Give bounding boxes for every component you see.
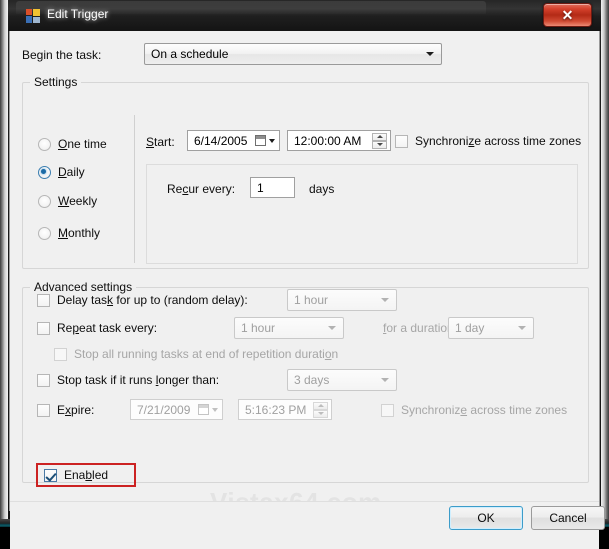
settings-group-title: Settings [30, 75, 82, 89]
edit-trigger-window: Edit Trigger ✕ Begin the task: On a sche… [0, 0, 609, 549]
repeat-duration-combo[interactable]: 1 day [448, 317, 534, 339]
start-date-field[interactable]: 6/14/2005 [187, 130, 280, 151]
start-time-value: 12:00:00 AM [294, 134, 362, 148]
begin-task-value: On a schedule [151, 47, 229, 61]
title-bar[interactable]: Edit Trigger ✕ [8, 0, 601, 31]
recur-every-label: Recur every: [167, 182, 236, 196]
radio-daily-label: Daily [58, 165, 85, 179]
repeat-task-checkbox[interactable] [37, 322, 50, 335]
expire-time-field[interactable]: 5:16:23 PM [238, 399, 332, 420]
enabled-label: Enabled [64, 468, 109, 482]
recur-every-value: 1 [257, 181, 264, 195]
recurrence-panel: Recur every: 1 days [146, 164, 578, 264]
expire-time-value: 5:16:23 PM [245, 403, 307, 417]
expire-sync-timezones-label: Synchronize across time zones [401, 403, 568, 417]
expire-date-value: 7/21/2009 [137, 403, 191, 417]
delay-task-value: 1 hour [294, 293, 329, 307]
ok-button[interactable]: OK [449, 506, 523, 530]
start-date-picker-button[interactable] [249, 134, 275, 148]
radio-monthly-label: Monthly [58, 226, 101, 240]
stop-all-running-label: Stop all running tasks at end of repetit… [74, 347, 339, 361]
enabled-checkbox[interactable] [44, 469, 57, 482]
stop-all-running-checkbox[interactable] [54, 348, 67, 361]
begin-task-label: Begin the task: [22, 48, 102, 62]
close-icon: ✕ [561, 6, 574, 23]
begin-task-combo[interactable]: On a schedule [144, 43, 442, 65]
window-title: Edit Trigger [47, 7, 109, 21]
close-button[interactable]: ✕ [543, 3, 592, 27]
stop-if-longer-checkbox[interactable] [37, 374, 50, 387]
chevron-down-icon [518, 326, 526, 330]
window-frame-left [0, 0, 8, 521]
chevron-down-icon [381, 298, 389, 302]
delay-task-combo[interactable]: 1 hour [287, 289, 397, 311]
expire-date-field[interactable]: 7/21/2009 [130, 399, 223, 420]
start-time-field[interactable]: 12:00:00 AM [287, 130, 391, 151]
repeat-duration-value: 1 day [455, 321, 485, 335]
chevron-down-icon [381, 378, 389, 382]
radio-daily-indicator [38, 166, 51, 179]
task-scheduler-icon [26, 9, 40, 23]
chevron-down-icon [212, 407, 218, 412]
recur-every-unit: days [309, 182, 335, 196]
radio-weekly-label: Weekly [58, 194, 98, 208]
expire-sync-timezones-checkbox[interactable] [381, 404, 394, 417]
sync-timezones-label: Synchronize across time zones [415, 134, 582, 148]
caret-down-icon [376, 143, 383, 146]
expire-checkbox[interactable] [37, 404, 50, 417]
advanced-settings-group-title: Advanced settings [30, 280, 137, 294]
calendar-icon [198, 404, 209, 415]
start-time-spinner[interactable] [372, 132, 387, 149]
spinner-up-button[interactable] [313, 401, 328, 410]
spinner-down-button[interactable] [372, 140, 387, 149]
recur-every-field[interactable]: 1 [250, 177, 295, 198]
repeat-task-label: Repeat task every: [57, 321, 158, 335]
expire-date-picker-button[interactable] [192, 403, 218, 417]
caret-down-icon [317, 412, 324, 415]
radio-one-time-label: One time [58, 137, 107, 151]
expire-label: Expire: [57, 403, 95, 417]
radio-weekly-indicator [38, 195, 51, 208]
settings-divider [134, 115, 135, 263]
dialog-client-area: Begin the task: On a schedule Settings O… [9, 31, 605, 549]
start-date-value: 6/14/2005 [194, 134, 248, 148]
chevron-down-icon [426, 52, 434, 56]
spinner-down-button[interactable] [313, 409, 328, 418]
sync-timezones-checkbox[interactable] [395, 135, 408, 148]
delay-task-checkbox[interactable] [37, 294, 50, 307]
repeat-task-combo[interactable]: 1 hour [234, 317, 344, 339]
stop-if-longer-value: 3 days [294, 373, 330, 387]
spinner-up-button[interactable] [372, 132, 387, 141]
start-label: Start: [146, 135, 175, 149]
chevron-down-icon [269, 138, 275, 143]
caret-up-icon [376, 135, 383, 138]
chevron-down-icon [328, 326, 336, 330]
window-frame-right [601, 0, 609, 521]
radio-monthly-indicator [38, 227, 51, 240]
expire-time-spinner[interactable] [313, 401, 328, 418]
radio-one-time-indicator [38, 138, 51, 151]
caret-up-icon [317, 404, 324, 407]
repeat-task-value: 1 hour [241, 321, 276, 335]
calendar-icon [255, 135, 266, 146]
stop-if-longer-combo[interactable]: 3 days [287, 369, 397, 391]
stop-if-longer-label: Stop task if it runs longer than: [57, 373, 220, 387]
delay-task-label: Delay task for up to (random delay): [57, 293, 248, 307]
cancel-button[interactable]: Cancel [531, 506, 605, 530]
